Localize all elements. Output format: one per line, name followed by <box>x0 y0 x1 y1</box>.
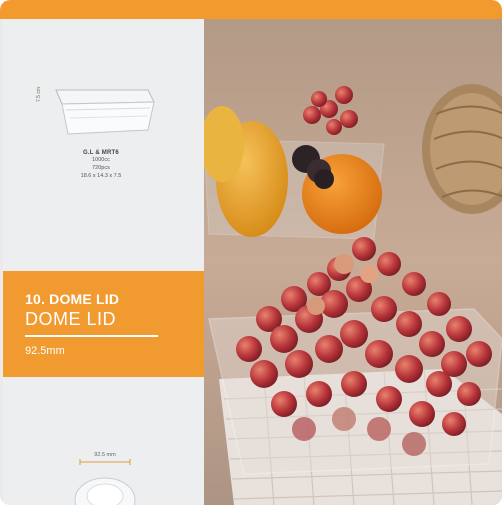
dome-lid-image <box>74 459 136 505</box>
section-subtitle: DOME LID <box>25 309 117 329</box>
height-dimension-label: 7.5 cm <box>36 86 42 102</box>
product-photo <box>204 19 502 505</box>
product-size: 18.6 x 14.3 x 7.5 <box>80 173 122 179</box>
catalog-page: 7.5 cm G.L & MRT6 1000cc 720pcs 18.6 x 1… <box>0 0 502 505</box>
section-title: 10. DOME LID <box>25 291 120 307</box>
section-divider <box>25 335 158 337</box>
section-size: 92.5mm <box>25 345 65 357</box>
product-caption: G.L & MRT6 1000cc 720pcs 18.6 x 14.3 x 7… <box>36 150 166 180</box>
product-pieces: 720pcs <box>92 165 110 171</box>
section-banner: 10. DOME LID DOME LID 92.5mm <box>3 271 204 377</box>
product-capacity: 1000cc <box>92 157 110 163</box>
top-accent-bar <box>0 0 502 19</box>
